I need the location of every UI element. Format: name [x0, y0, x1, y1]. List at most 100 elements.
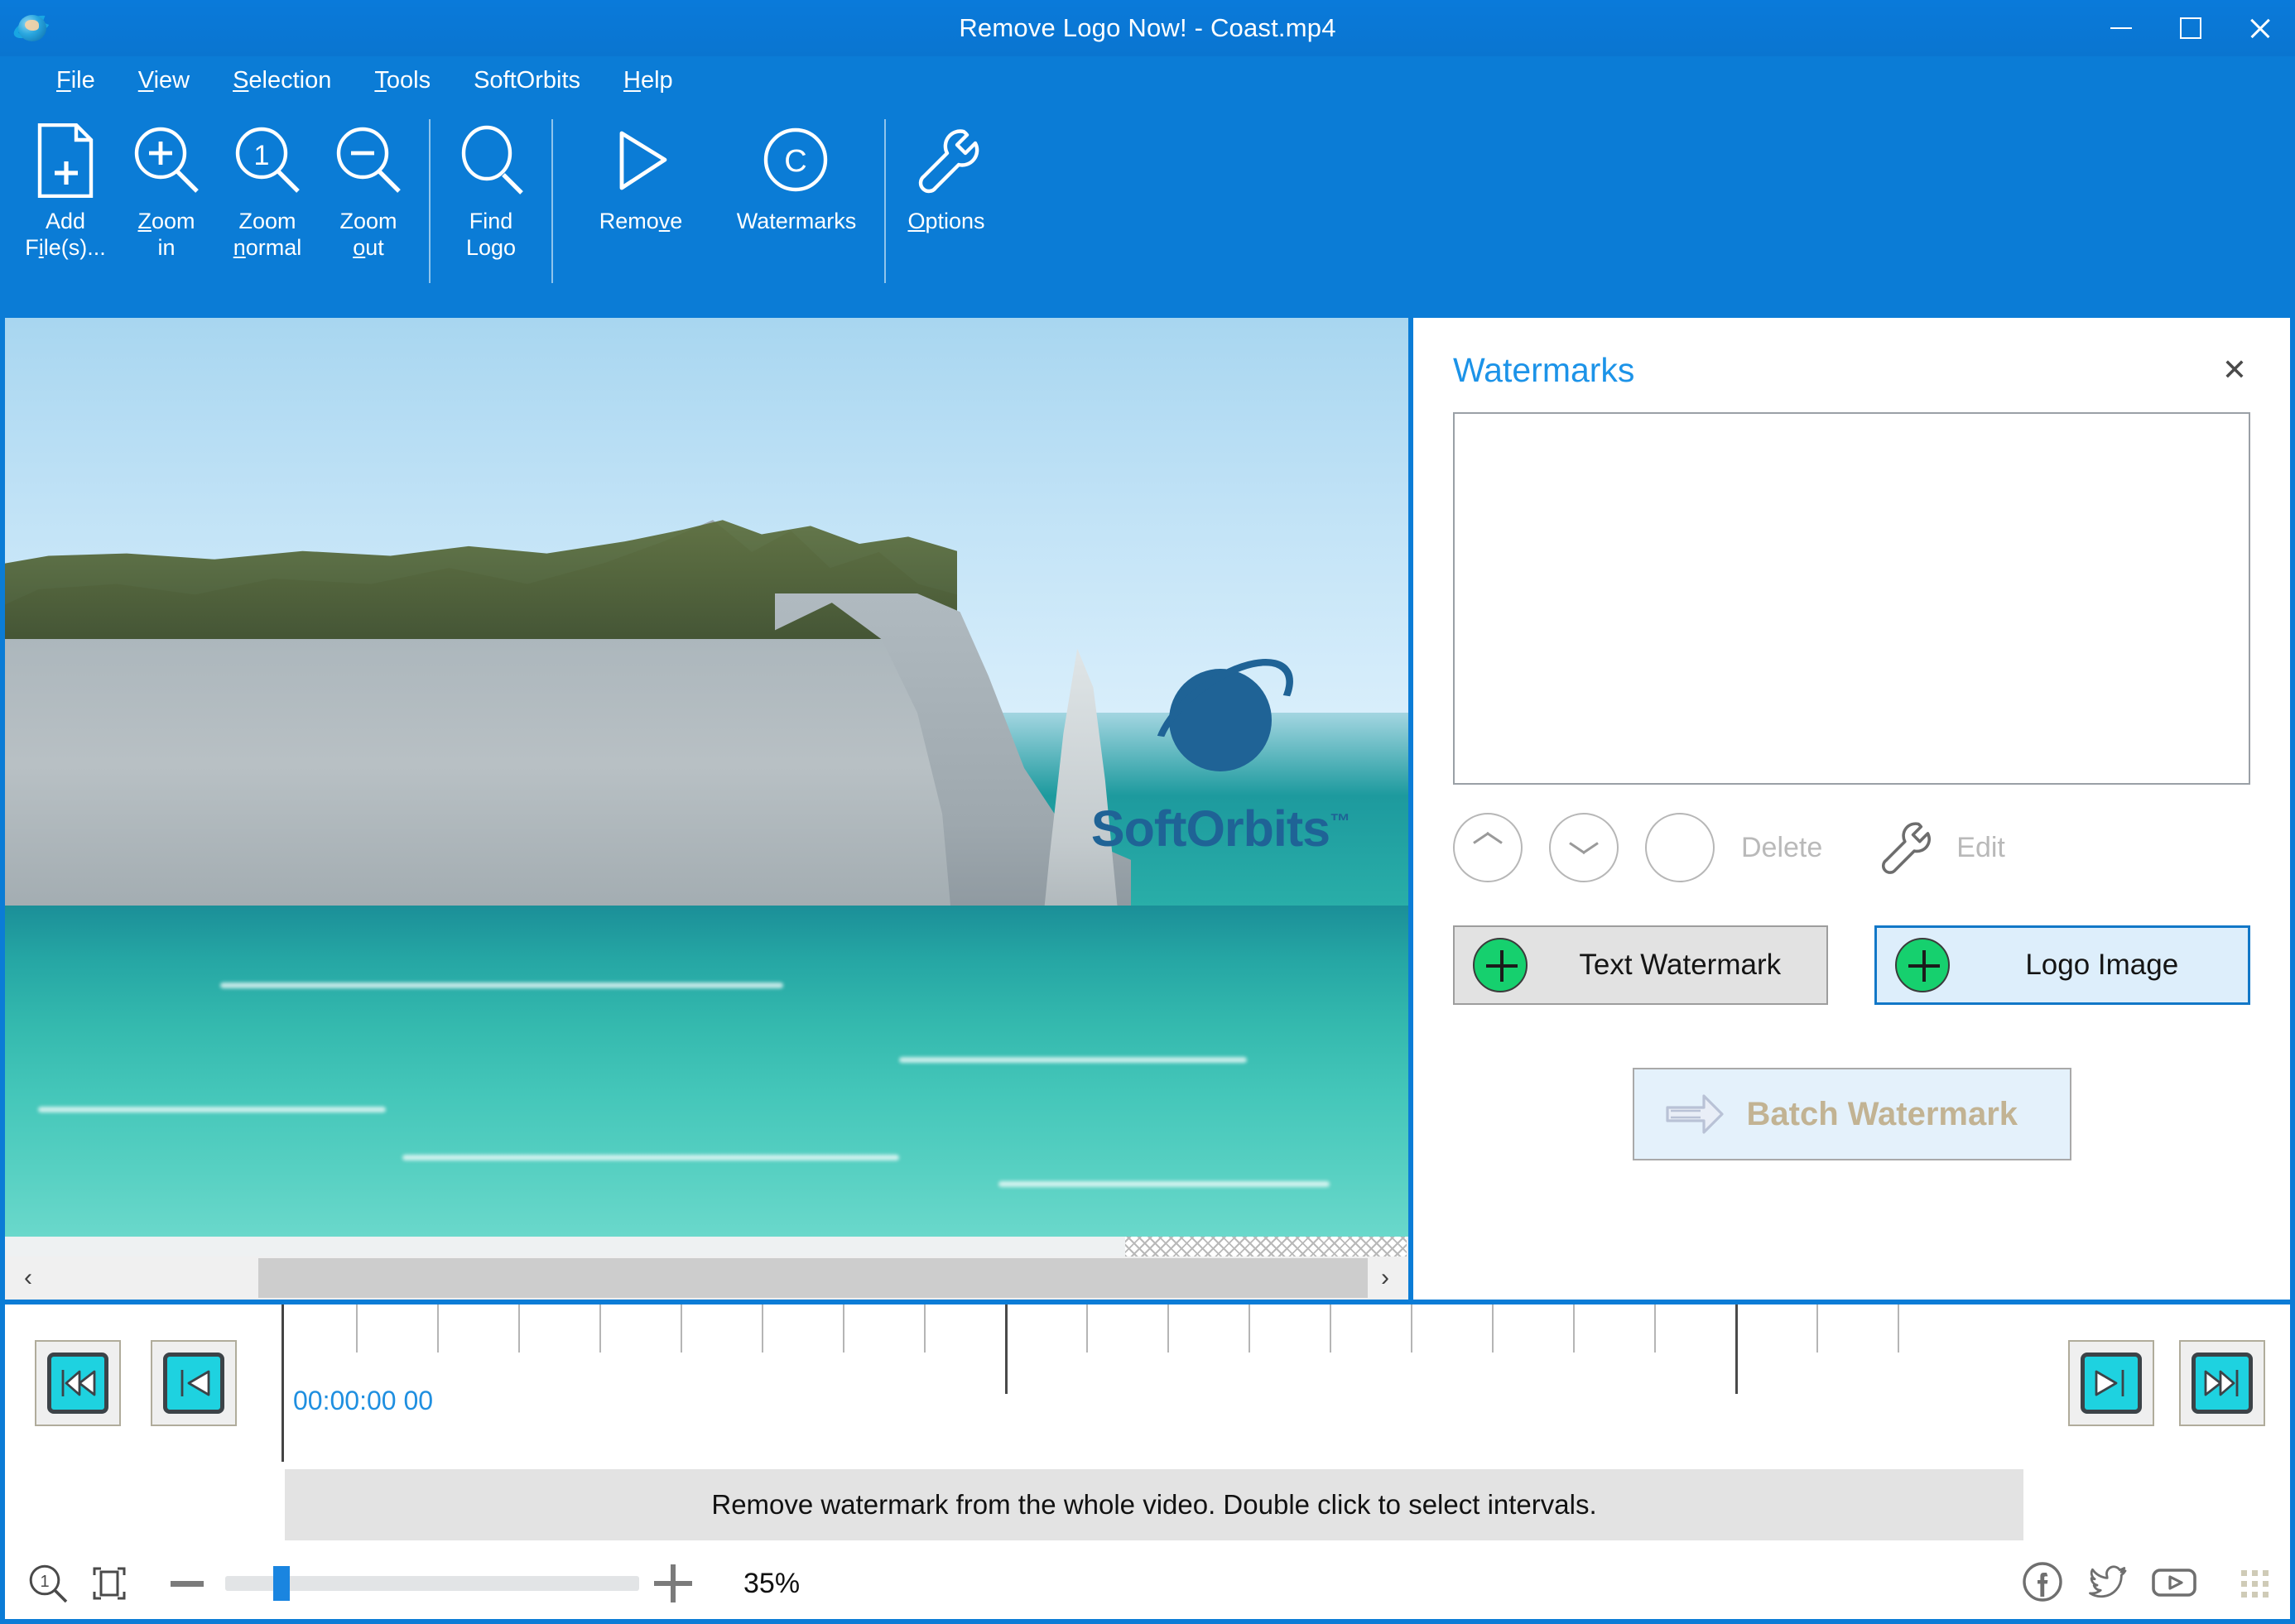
zoom-normal-icon: 1: [232, 121, 303, 200]
watermark-list-tools: Delete Edit: [1453, 813, 2250, 882]
zoom-slider[interactable]: [225, 1566, 639, 1601]
ruler-tick: [924, 1304, 926, 1353]
ruler-tick: [1816, 1304, 1818, 1353]
twitter-icon[interactable]: [2086, 1560, 2129, 1607]
ruler-tick: [1167, 1304, 1169, 1353]
title-bar: Remove Logo Now! - Coast.mp4: [0, 0, 2295, 56]
fast-forward-end-icon: [2192, 1353, 2253, 1414]
edit-label[interactable]: Edit: [1956, 832, 2005, 864]
add-logo-image-label: Logo Image: [2025, 949, 2179, 981]
facebook-icon[interactable]: [2021, 1560, 2064, 1607]
svg-text:1: 1: [254, 140, 270, 171]
social-links: [2021, 1560, 2269, 1607]
interval-status-box[interactable]: Remove watermark from the whole video. D…: [285, 1469, 2023, 1540]
watermarks-panel: Watermarks ✕ Delete Edit Text Watermark: [1411, 313, 2295, 1304]
delete-label[interactable]: Delete: [1741, 832, 1822, 864]
zoom-slider-thumb[interactable]: [273, 1566, 290, 1601]
menu-bar: File View Selection Tools SoftOrbits Hel…: [0, 56, 2295, 104]
resize-dots[interactable]: [2241, 1569, 2269, 1598]
previous-frame-button[interactable]: [151, 1340, 237, 1426]
menu-view[interactable]: View: [117, 64, 211, 98]
scroll-right-arrow-icon[interactable]: ›: [1362, 1256, 1408, 1300]
svg-text:C: C: [784, 144, 806, 179]
scrollbar-track[interactable]: [51, 1256, 1368, 1300]
ruler-tick: [843, 1304, 844, 1353]
zoom-decrease-button[interactable]: [171, 1580, 204, 1587]
edit-wrench-icon[interactable]: [1875, 819, 1933, 877]
application-window: Remove Logo Now! - Coast.mp4 File View S…: [0, 0, 2295, 1624]
status-strip: Remove watermark from the whole video. D…: [0, 1462, 2295, 1548]
planet-highlight-icon: [25, 20, 39, 31]
menu-softorbits[interactable]: SoftOrbits: [452, 64, 602, 98]
toolbar-options[interactable]: Options: [896, 116, 997, 281]
toolbar-zoom-out-label: Zoom out: [339, 209, 397, 260]
delete-icon-button[interactable]: [1645, 813, 1715, 882]
timeline-ruler[interactable]: 00:00:00 00: [281, 1304, 2043, 1462]
scrollbar-thumb[interactable]: [258, 1258, 1368, 1298]
toolbar-separator-3: [884, 119, 886, 283]
panel-close-button[interactable]: ✕: [2212, 348, 2257, 392]
zoom-increase-button[interactable]: [654, 1564, 692, 1602]
horizontal-scrollbar[interactable]: ‹ ›: [5, 1256, 1408, 1300]
resize-grip-strip: [5, 1237, 1408, 1256]
trademark-symbol: ™: [1330, 810, 1350, 834]
timeline-right-controls: [2043, 1340, 2265, 1426]
batch-watermark-button[interactable]: Batch Watermark: [1632, 1068, 2071, 1160]
toolbar-zoom-normal[interactable]: 1 Zoom normal: [217, 116, 318, 281]
menu-file[interactable]: File: [35, 64, 117, 98]
maximize-button[interactable]: [2156, 0, 2225, 56]
batch-watermark-label: Batch Watermark: [1746, 1095, 2018, 1132]
toolbar-watermarks[interactable]: C Watermarks: [719, 116, 874, 281]
add-logo-image-button[interactable]: Logo Image: [1874, 925, 2250, 1005]
youtube-icon[interactable]: [2150, 1560, 2198, 1607]
toolbar-zoom-out[interactable]: Zoom out: [318, 116, 419, 281]
svg-text:1: 1: [40, 1573, 49, 1591]
arrow-right-icon: [1664, 1091, 1725, 1137]
bottom-bar: 1 35%: [0, 1548, 2295, 1624]
scroll-left-arrow-icon[interactable]: ‹: [5, 1256, 51, 1300]
canvas-pane: SoftOrbits™ ‹ ›: [0, 313, 1411, 1304]
ruler-tick: [1411, 1304, 1412, 1353]
minimize-button[interactable]: [2086, 0, 2156, 56]
toolbar-zoom-normal-label: Zoom normal: [233, 209, 302, 260]
next-frame-button[interactable]: [2068, 1340, 2154, 1426]
video-preview[interactable]: SoftOrbits™: [5, 318, 1408, 1237]
resize-grip[interactable]: [1125, 1237, 1407, 1256]
toolbar-find-logo[interactable]: Find Logo: [440, 116, 541, 281]
toolbar-zoom-in[interactable]: Zoom in: [116, 116, 217, 281]
ruler-tick-major: [1005, 1304, 1008, 1394]
toolbar-remove[interactable]: Remove: [563, 116, 719, 281]
status-message: Remove watermark from the whole video. D…: [711, 1489, 1597, 1520]
toolbar-separator-2: [551, 119, 553, 283]
ruler-tick: [1249, 1304, 1250, 1353]
batch-watermark-wrap: Batch Watermark: [1413, 1068, 2290, 1160]
zoom-out-icon: [333, 121, 404, 200]
menu-help[interactable]: Help: [602, 64, 695, 98]
panel-header: Watermarks ✕: [1413, 318, 2290, 409]
close-button[interactable]: [2225, 0, 2295, 56]
copyright-circle-icon: C: [761, 121, 832, 200]
ruler-tick: [1330, 1304, 1331, 1353]
zoom-actual-size-icon[interactable]: 1: [26, 1562, 70, 1605]
skip-to-start-button[interactable]: [35, 1340, 121, 1426]
menu-selection[interactable]: Selection: [211, 64, 353, 98]
fit-to-window-icon[interactable]: [88, 1562, 131, 1605]
toolbar-add-files[interactable]: Add File(s)...: [15, 116, 116, 281]
skip-to-end-button[interactable]: [2179, 1340, 2265, 1426]
main-split: SoftOrbits™ ‹ › Watermarks ✕ Delete Edit…: [0, 313, 2295, 1304]
move-up-button[interactable]: [1453, 813, 1523, 882]
ruler-tick: [356, 1304, 358, 1353]
menu-tools[interactable]: Tools: [353, 64, 452, 98]
ruler-tick: [1573, 1304, 1575, 1353]
timeline-start-divider: [281, 1304, 284, 1462]
rewind-start-icon: [47, 1353, 108, 1414]
ruler-tick: [1492, 1304, 1494, 1353]
minimize-icon: [2110, 27, 2132, 29]
move-down-button[interactable]: [1549, 813, 1619, 882]
window-title: Remove Logo Now! - Coast.mp4: [959, 13, 1336, 42]
ruler-tick: [437, 1304, 439, 1353]
find-logo-icon: [455, 121, 527, 200]
toolbar-watermarks-label: Watermarks: [736, 209, 857, 233]
watermark-list[interactable]: [1453, 412, 2250, 785]
add-text-watermark-button[interactable]: Text Watermark: [1453, 925, 1828, 1005]
